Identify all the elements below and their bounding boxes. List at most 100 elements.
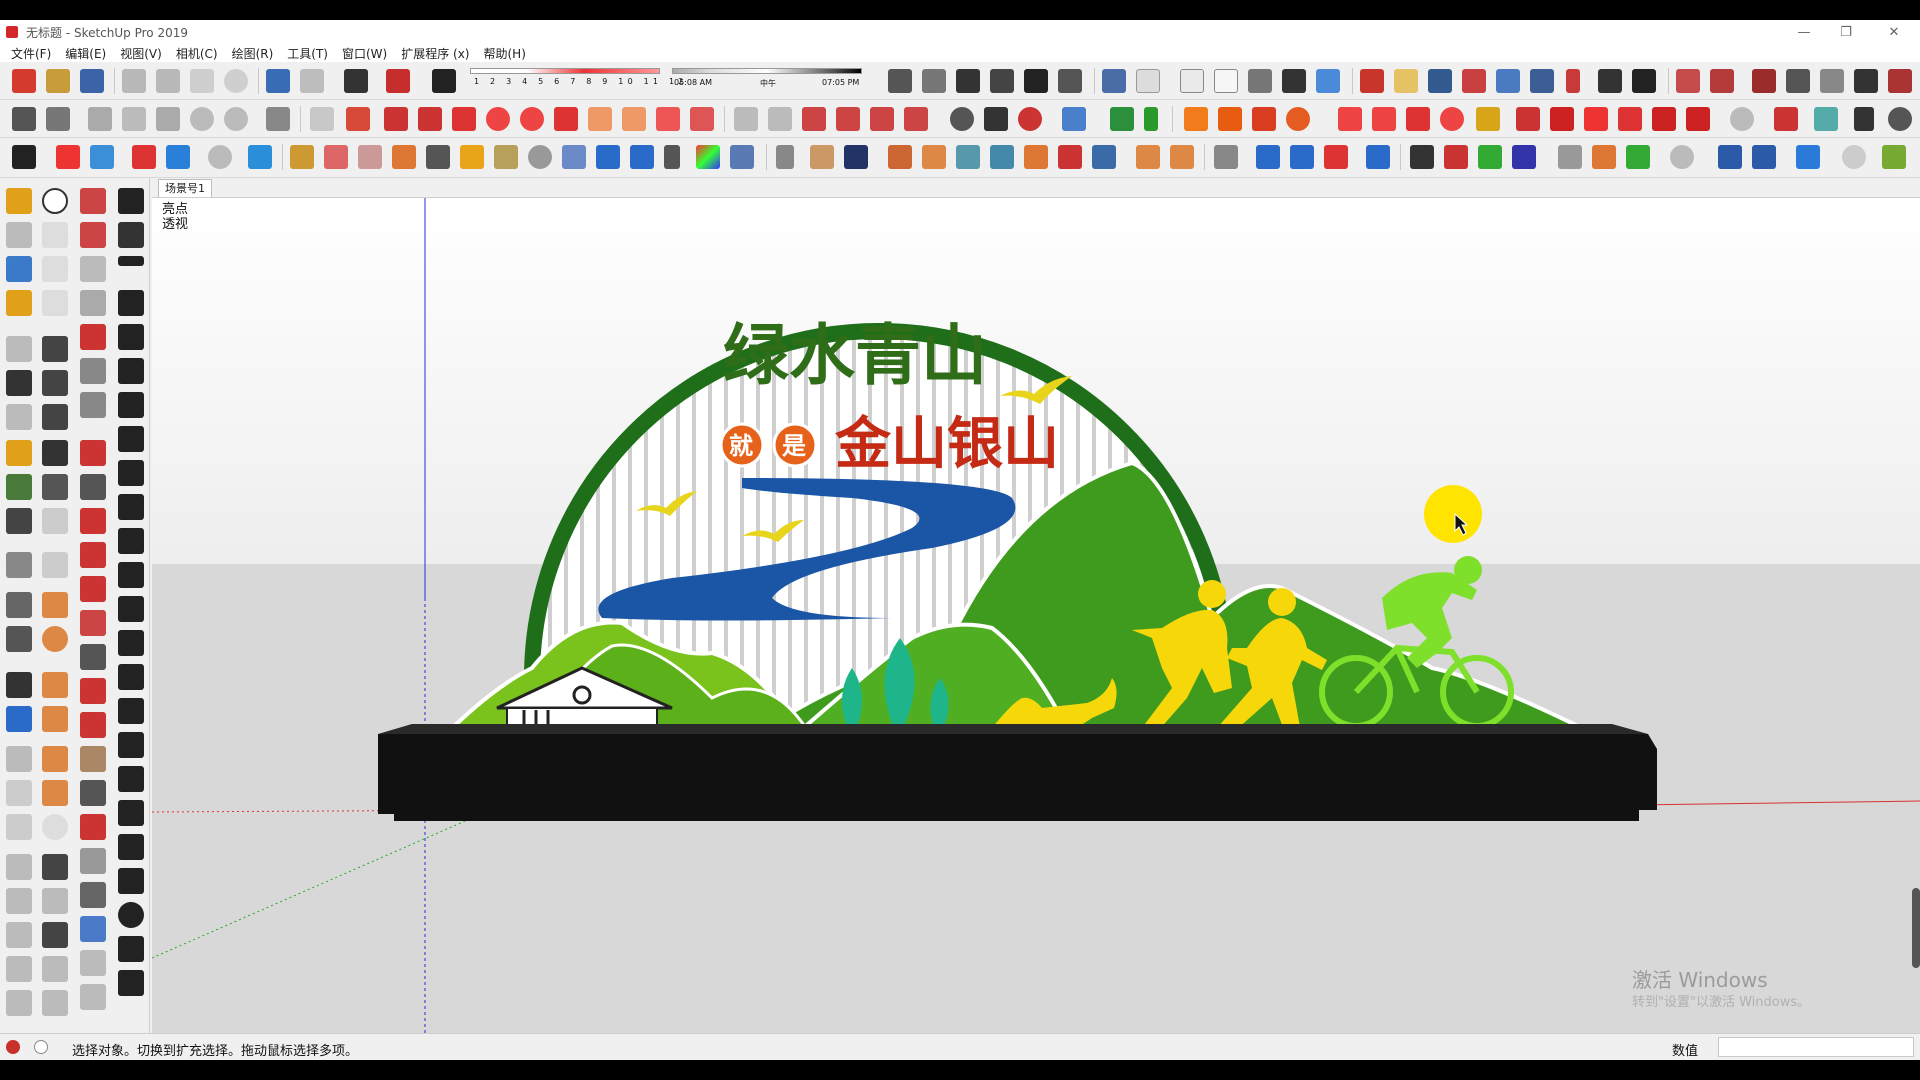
stamp-icon[interactable]	[1786, 69, 1810, 93]
minimize-button[interactable]: —	[1784, 20, 1824, 44]
zoom-window-icon[interactable]	[1462, 69, 1486, 93]
stretch-icon[interactable]	[1796, 145, 1820, 169]
report-icon[interactable]	[622, 107, 646, 131]
gem-icon[interactable]	[1338, 107, 1362, 131]
position-camera-icon[interactable]	[1566, 69, 1580, 93]
leaf-icon[interactable]	[42, 956, 68, 982]
shape-bender-icon[interactable]	[1372, 107, 1396, 131]
flip-edge-icon[interactable]	[1888, 69, 1912, 93]
monochrome-style-icon[interactable]	[1282, 69, 1306, 93]
paint-brush-icon[interactable]	[1882, 145, 1906, 169]
skew-icon[interactable]	[358, 145, 382, 169]
globe-icon[interactable]	[42, 814, 68, 840]
tool-c4-icon[interactable]	[80, 290, 106, 316]
lock-alt-icon[interactable]	[42, 552, 68, 578]
x-cross-icon[interactable]	[1444, 145, 1468, 169]
groups-icon[interactable]	[46, 107, 70, 131]
copy-array-icon[interactable]	[6, 404, 32, 430]
sofa-icon[interactable]	[42, 854, 68, 880]
terrain-icon[interactable]	[1184, 107, 1208, 131]
tool-d23-icon[interactable]	[118, 936, 144, 962]
axes-icon[interactable]	[950, 107, 974, 131]
tool-c23-icon[interactable]	[80, 950, 106, 976]
copy-icon[interactable]	[156, 69, 180, 93]
copy-offset-icon[interactable]	[1170, 145, 1194, 169]
cube-solid-icon[interactable]	[42, 922, 68, 948]
text-label-icon[interactable]	[384, 107, 408, 131]
new-file-icon[interactable]	[12, 69, 36, 93]
tool-d1-icon[interactable]	[118, 188, 144, 214]
tool-c22-icon[interactable]	[80, 916, 106, 942]
tool-d24-icon[interactable]	[118, 970, 144, 996]
tool-d14-icon[interactable]	[118, 630, 144, 656]
menu-draw[interactable]: 绘图(R)	[225, 45, 281, 62]
angle-icon[interactable]	[1478, 145, 1502, 169]
shield-icon[interactable]	[1550, 107, 1574, 131]
bar-chart-icon[interactable]	[118, 290, 144, 316]
num-icon[interactable]	[1670, 145, 1694, 169]
print-icon[interactable]	[344, 69, 368, 93]
tool-d15-icon[interactable]	[118, 664, 144, 690]
speaker-icon[interactable]	[6, 552, 32, 578]
triangle-icon[interactable]	[42, 672, 68, 698]
ruler-icon[interactable]	[42, 990, 68, 1016]
label-tool-icon[interactable]	[690, 107, 714, 131]
menu-view[interactable]: 视图(V)	[113, 45, 169, 62]
star-icon[interactable]	[208, 145, 232, 169]
diamond-icon[interactable]	[730, 145, 754, 169]
script-icon[interactable]	[630, 145, 654, 169]
viewport-scrollbar[interactable]	[1912, 888, 1920, 968]
shadow-toggle-icon[interactable]	[432, 69, 456, 93]
tool-d6-icon[interactable]	[118, 358, 144, 384]
panel-grid-3-icon[interactable]	[6, 922, 32, 948]
stack-icon[interactable]	[42, 370, 68, 396]
paint-bucket-icon[interactable]	[132, 145, 156, 169]
tool-c21-icon[interactable]	[80, 882, 106, 908]
model-viewport[interactable]: 亮点 透视 绿水青山 就 是 金山银山 激活 Windows 转到"设置"以激活…	[152, 198, 1920, 1033]
unfold-icon[interactable]	[1214, 145, 1238, 169]
protractor-icon[interactable]	[42, 188, 68, 214]
layer-icon[interactable]	[734, 107, 758, 131]
hand-pan-icon[interactable]	[42, 222, 68, 248]
menu-file[interactable]: 文件(F)	[4, 45, 58, 62]
menu-edit[interactable]: 编辑(E)	[58, 45, 113, 62]
camera-iso-icon[interactable]	[888, 69, 912, 93]
ridge-icon[interactable]	[1324, 145, 1348, 169]
fillet-icon[interactable]	[1406, 107, 1430, 131]
lock-icon[interactable]	[1774, 107, 1798, 131]
info-icon[interactable]	[6, 706, 32, 732]
sandbox-contours-icon[interactable]	[1676, 69, 1700, 93]
cross-icon[interactable]	[1058, 145, 1082, 169]
eraser-icon[interactable]	[56, 145, 80, 169]
twist-icon[interactable]	[1092, 145, 1116, 169]
camera-back-icon[interactable]	[1024, 69, 1048, 93]
mirror-icon[interactable]	[290, 145, 314, 169]
solid-subtract-icon[interactable]	[122, 107, 146, 131]
dome-icon[interactable]	[42, 780, 68, 806]
tool-c1-icon[interactable]	[80, 188, 106, 214]
solid-intersect-icon[interactable]	[190, 107, 214, 131]
tool-c11-icon[interactable]	[80, 542, 106, 568]
model-info-icon[interactable]	[386, 69, 410, 93]
document-icon[interactable]	[588, 107, 612, 131]
page-icon[interactable]	[6, 780, 32, 806]
sliders-icon[interactable]	[6, 592, 32, 618]
solid-union-icon[interactable]	[88, 107, 112, 131]
cloud-alt-icon[interactable]	[42, 508, 68, 534]
sun-icon[interactable]	[42, 746, 68, 772]
menu-camera[interactable]: 相机(C)	[169, 45, 225, 62]
resize-icon[interactable]	[656, 107, 680, 131]
tool-d9-icon[interactable]	[118, 460, 144, 486]
hidden-line-style-icon[interactable]	[1180, 69, 1204, 93]
pointer-icon[interactable]	[1718, 145, 1742, 169]
trash-icon[interactable]	[90, 145, 114, 169]
softening-icon[interactable]	[904, 107, 928, 131]
chat-icon[interactable]	[6, 672, 32, 698]
wireframe-style-icon[interactable]	[1136, 69, 1160, 93]
cursor-arrow-icon[interactable]	[1888, 107, 1912, 131]
frame-icon[interactable]	[810, 145, 834, 169]
solid-split-icon[interactable]	[224, 107, 248, 131]
tool-c24-icon[interactable]	[80, 984, 106, 1010]
attach-icon[interactable]	[1592, 145, 1616, 169]
panel-grid-5-icon[interactable]	[6, 990, 32, 1016]
